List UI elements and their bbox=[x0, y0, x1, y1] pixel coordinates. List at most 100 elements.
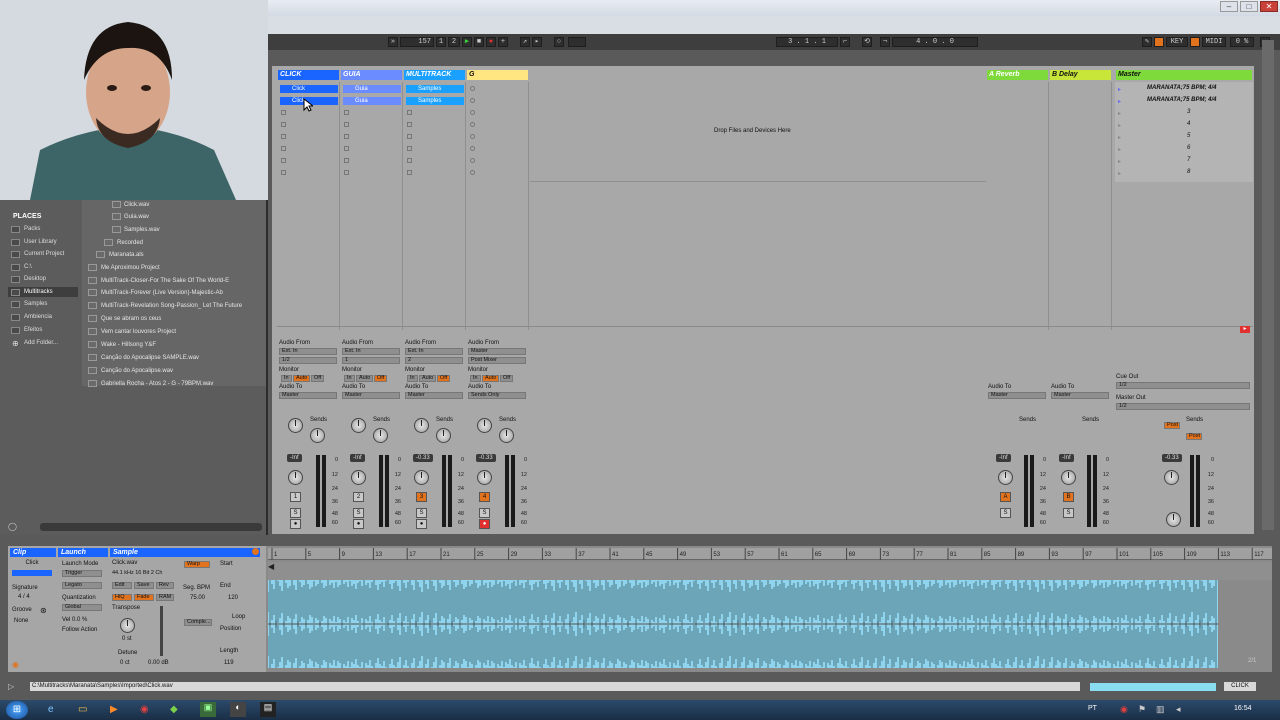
camtasia-icon[interactable]: ▣ bbox=[200, 702, 216, 717]
clip-guia-2[interactable]: Guia bbox=[343, 97, 401, 105]
clip-stop-button[interactable] bbox=[344, 146, 349, 151]
monitor-in[interactable]: In bbox=[407, 375, 418, 382]
place-c-drive[interactable]: C:\ bbox=[24, 264, 32, 270]
ie-icon[interactable]: e bbox=[48, 704, 54, 715]
file-item[interactable]: Que se abram os ceus bbox=[101, 316, 161, 322]
scene-5[interactable]: 5 bbox=[1187, 133, 1190, 139]
monitor-auto[interactable]: Auto bbox=[356, 375, 373, 382]
groove-hotswap-icon[interactable]: ⊛ bbox=[40, 606, 47, 615]
file-item[interactable]: Me Aproximou Project bbox=[101, 265, 160, 271]
track-activator[interactable]: 2 bbox=[353, 492, 364, 502]
clip-record-button[interactable] bbox=[470, 86, 475, 91]
scene-4[interactable]: 4 bbox=[1187, 121, 1190, 127]
scene-3[interactable]: 3 bbox=[1187, 109, 1190, 115]
clip-stop-button[interactable] bbox=[407, 170, 412, 175]
file-item[interactable]: MultiTrack-Forever (Live Version)-Majest… bbox=[101, 290, 223, 296]
groove-select[interactable]: None bbox=[14, 618, 28, 624]
return-volume[interactable]: -Inf bbox=[1059, 454, 1074, 462]
clip-stop-button[interactable] bbox=[344, 110, 349, 115]
send-b-knob[interactable] bbox=[436, 428, 451, 443]
audio-to-select[interactable]: Master bbox=[405, 392, 463, 399]
close-icon[interactable]: ✕ bbox=[1260, 1, 1278, 12]
track-activator[interactable]: 1 bbox=[290, 492, 301, 502]
length-value[interactable]: 119 bbox=[224, 660, 234, 666]
clip-record-button[interactable] bbox=[470, 122, 475, 127]
monitor-off[interactable]: Off bbox=[374, 375, 387, 382]
return-volume[interactable]: -Inf bbox=[996, 454, 1011, 462]
midi-map-button[interactable]: MIDI bbox=[1202, 37, 1226, 47]
chrome-icon[interactable]: ◉ bbox=[140, 704, 149, 715]
scene-launch-icon[interactable]: ▸ bbox=[1118, 146, 1121, 153]
signature-value[interactable]: 4 / 4 bbox=[18, 594, 30, 600]
clip-color[interactable] bbox=[12, 570, 52, 576]
overdub-icon[interactable]: + bbox=[498, 37, 508, 47]
clip-stop-button[interactable] bbox=[407, 158, 412, 163]
clip-stop-button[interactable] bbox=[407, 146, 412, 151]
ableton-live-icon[interactable]: ▤ bbox=[260, 702, 276, 717]
play-icon[interactable]: ▶ bbox=[462, 37, 472, 47]
sample-waveform[interactable] bbox=[267, 576, 1218, 672]
send-a-knob[interactable] bbox=[351, 418, 366, 433]
edit-button[interactable]: Edit bbox=[112, 582, 132, 589]
scene-launch-icon[interactable]: ▸ bbox=[1118, 122, 1121, 129]
scene-2[interactable]: MARANATA;75 BPM; 4/4 bbox=[1147, 97, 1216, 103]
solo-button[interactable]: S bbox=[1000, 508, 1011, 518]
preview-scrubber[interactable] bbox=[40, 523, 262, 531]
track-header-a-reverb[interactable]: A Reverb bbox=[987, 70, 1048, 80]
clip-stop-button[interactable] bbox=[281, 122, 286, 127]
punch-out-icon[interactable]: ¬ bbox=[880, 37, 890, 47]
clip-stop-button[interactable] bbox=[344, 134, 349, 139]
loop-label[interactable]: Loop bbox=[232, 614, 245, 620]
stop-icon[interactable]: ■ bbox=[474, 37, 484, 47]
legato-toggle[interactable]: Legato bbox=[62, 582, 102, 589]
gain-value[interactable]: 0.00 dB bbox=[148, 660, 169, 666]
add-folder-link[interactable]: Add Folder... bbox=[24, 340, 58, 346]
clip-record-icon[interactable]: ◉ bbox=[12, 660, 19, 669]
scene-launch-icon[interactable]: ▸ bbox=[1118, 98, 1121, 105]
clip-record-button[interactable] bbox=[470, 134, 475, 139]
clip-stop-button[interactable] bbox=[281, 110, 286, 115]
reverse-button[interactable]: Rev bbox=[156, 582, 174, 589]
file-item[interactable]: Recorded bbox=[117, 240, 143, 246]
solo-button[interactable]: S bbox=[290, 508, 301, 518]
transpose-knob[interactable] bbox=[120, 618, 135, 633]
arm-button[interactable]: ● bbox=[353, 519, 364, 529]
clip-record-button[interactable] bbox=[470, 158, 475, 163]
pan-knob[interactable] bbox=[414, 470, 429, 485]
file-item[interactable]: Gabriella Rocha - Atos 2 - G - 79BPM.wav bbox=[101, 381, 213, 387]
file-item[interactable]: Maranata.als bbox=[109, 252, 144, 258]
loop-length-field[interactable]: 4 . 0 . 0 bbox=[892, 37, 978, 47]
maximize-icon[interactable]: □ bbox=[1240, 1, 1258, 12]
tempo-field[interactable]: 157 bbox=[400, 37, 434, 47]
send-b-knob[interactable] bbox=[310, 428, 325, 443]
solo-button[interactable]: S bbox=[353, 508, 364, 518]
send-a-knob[interactable] bbox=[477, 418, 492, 433]
info-view-icon[interactable]: ▷ bbox=[8, 682, 18, 692]
track-volume[interactable]: -0.33 bbox=[413, 454, 433, 462]
clip-box-header[interactable]: Clip bbox=[10, 548, 56, 557]
signature-denominator[interactable]: 2 bbox=[448, 37, 460, 47]
file-item[interactable]: Canção do Apocalipse SAMPLE.wav bbox=[101, 355, 199, 361]
track-volume[interactable]: -Inf bbox=[350, 454, 365, 462]
sample-box-header[interactable]: Sample bbox=[110, 548, 260, 557]
audio-to-select[interactable]: Sends Only bbox=[468, 392, 526, 399]
solo-button[interactable]: S bbox=[479, 508, 490, 518]
monitor-in[interactable]: In bbox=[470, 375, 481, 382]
track-activator[interactable]: 4 bbox=[479, 492, 490, 502]
send-a-knob[interactable] bbox=[288, 418, 303, 433]
track-header-click[interactable]: CLICK bbox=[278, 70, 339, 80]
quantization-select[interactable]: Global bbox=[62, 604, 102, 611]
explorer-icon[interactable]: ▭ bbox=[78, 704, 87, 715]
end-value[interactable]: 120 bbox=[228, 595, 238, 601]
clip-record-button[interactable] bbox=[470, 98, 475, 103]
return-activator[interactable]: A bbox=[1000, 492, 1011, 502]
solo-button[interactable]: S bbox=[1063, 508, 1074, 518]
quantize-menu[interactable] bbox=[568, 37, 586, 47]
scene-7[interactable]: 7 bbox=[1187, 157, 1190, 163]
file-item[interactable]: MultiTrack-Closer-For The Sake Of The Wo… bbox=[101, 278, 229, 284]
clip-stop-button[interactable] bbox=[344, 158, 349, 163]
minimize-icon[interactable]: – bbox=[1220, 1, 1238, 12]
audio-to-select[interactable]: Master bbox=[342, 392, 400, 399]
recorder-icon[interactable]: ◐ bbox=[230, 702, 246, 717]
input-channel-select[interactable]: 2 bbox=[405, 357, 463, 364]
